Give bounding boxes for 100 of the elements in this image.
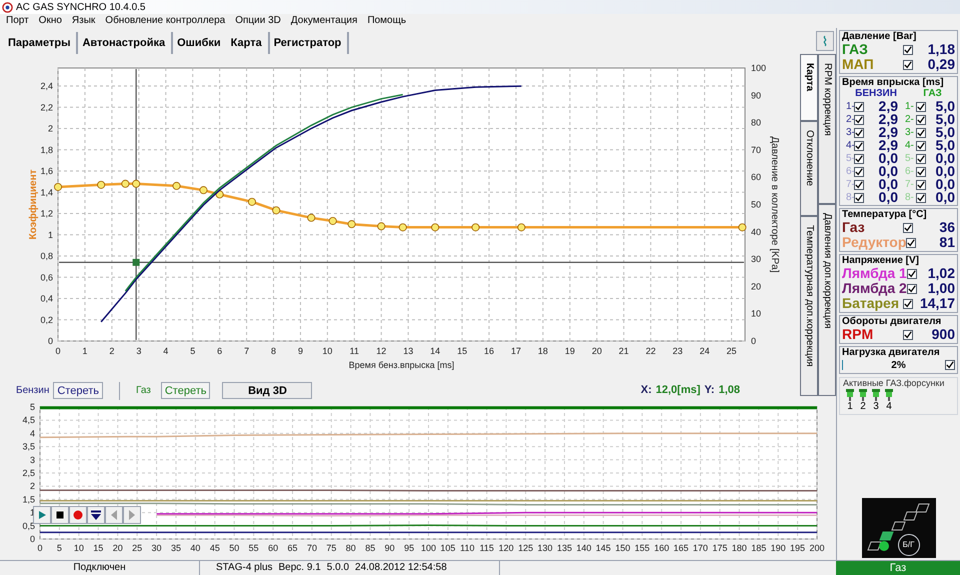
data-point[interactable] bbox=[216, 190, 224, 198]
squiggle-icon[interactable] bbox=[816, 31, 834, 51]
axis-tick-label: 0 bbox=[751, 336, 756, 346]
checkbox[interactable] bbox=[854, 154, 864, 164]
menu-item[interactable]: Опции 3D bbox=[235, 15, 281, 27]
switch-button[interactable]: Б/Г bbox=[898, 534, 920, 556]
axis-tick-label: 45 bbox=[210, 543, 220, 553]
checkbox[interactable] bbox=[854, 192, 864, 202]
checkbox[interactable] bbox=[916, 140, 926, 150]
checkbox[interactable] bbox=[945, 360, 956, 370]
axis-tick-label: 16 bbox=[484, 346, 494, 356]
record-icon[interactable] bbox=[69, 506, 87, 524]
checkbox[interactable] bbox=[903, 44, 913, 54]
axis-tick-label: 10 bbox=[751, 308, 762, 319]
axis-tick-label: 0 bbox=[30, 534, 35, 544]
axis-tick-label: 85 bbox=[365, 543, 376, 553]
version-text: Верс. 9.1 bbox=[278, 561, 321, 575]
checkbox[interactable] bbox=[916, 154, 926, 164]
axis-tick-label: 90 bbox=[751, 90, 762, 100]
checkbox[interactable] bbox=[916, 180, 926, 190]
checkbox[interactable] bbox=[854, 102, 864, 112]
axis-tick-label: 1 bbox=[48, 230, 53, 240]
axis-tick-label: 23 bbox=[672, 346, 683, 356]
toolbar-button[interactable]: Регистратор bbox=[272, 34, 344, 52]
stop-icon[interactable] bbox=[51, 506, 69, 524]
view-3d-button[interactable]: Вид 3D bbox=[222, 382, 312, 399]
cursor-x-value: 12,0[ms] bbox=[656, 383, 700, 398]
axis-tick-label: 0 bbox=[38, 543, 42, 553]
side-tab[interactable]: Температурная доп.коррекция bbox=[800, 216, 818, 396]
clear-button[interactable]: Стереть bbox=[53, 382, 103, 399]
checkbox[interactable] bbox=[916, 192, 926, 202]
menu-item[interactable]: Обновление контроллера bbox=[105, 15, 226, 27]
group-title: Активные ГАЗ.форсунки bbox=[843, 378, 946, 389]
checkbox[interactable] bbox=[916, 102, 926, 112]
firmware-text: 5.0.0 bbox=[326, 561, 350, 575]
checkbox[interactable] bbox=[906, 238, 916, 248]
menu-item[interactable]: Язык bbox=[72, 15, 96, 27]
checkbox[interactable] bbox=[903, 60, 913, 70]
checkbox[interactable] bbox=[916, 114, 926, 124]
window-title: AC GAS SYNCHRO 10.4.0.5 bbox=[16, 0, 146, 14]
checkbox[interactable] bbox=[906, 284, 917, 294]
axis-tick-label: 30 bbox=[152, 543, 162, 553]
injection-value: 5,0 bbox=[934, 139, 955, 152]
axis-tick-label: 0,5 bbox=[22, 520, 35, 531]
checkbox[interactable] bbox=[854, 180, 864, 190]
checkbox[interactable] bbox=[854, 166, 864, 176]
side-tab[interactable]: Отклонение bbox=[800, 120, 818, 216]
play-icon[interactable] bbox=[33, 506, 51, 524]
checkbox[interactable] bbox=[916, 166, 926, 176]
axis-tick-label: 4,5 bbox=[22, 415, 35, 426]
checkbox[interactable] bbox=[916, 128, 926, 138]
injector-number: 1- bbox=[845, 100, 854, 113]
side-tab[interactable]: RPM коррекция bbox=[818, 54, 836, 204]
axis-tick-label: 5 bbox=[56, 543, 62, 553]
axis-tick-label: 2,4 bbox=[40, 81, 53, 92]
toolbar-button[interactable]: Ошибки bbox=[175, 34, 223, 52]
side-tab[interactable]: Давления доп.коррекция bbox=[818, 204, 836, 396]
injector-number: 2- bbox=[845, 113, 854, 126]
injection-value: 0,0 bbox=[878, 178, 898, 191]
group-title: Температура [°C] bbox=[842, 209, 928, 220]
checkbox[interactable] bbox=[854, 114, 864, 124]
side-tab[interactable]: Карта bbox=[800, 54, 818, 121]
axis-tick-label: 3 bbox=[136, 346, 142, 356]
clear-button[interactable]: Стереть bbox=[160, 382, 210, 399]
axis-tick-label: 4 bbox=[163, 346, 168, 356]
axis-tick-label: 2 bbox=[30, 481, 35, 492]
checkbox[interactable] bbox=[854, 128, 864, 138]
menu-item[interactable]: Документация bbox=[290, 15, 358, 27]
sensor-label: Лямбда 1 bbox=[842, 266, 907, 281]
checkbox[interactable] bbox=[903, 330, 913, 340]
axis-title: Давление в коллекторе [KPa] bbox=[769, 136, 780, 273]
axis-tick-label: 135 bbox=[556, 543, 572, 553]
menu-item[interactable]: Порт bbox=[6, 15, 29, 27]
axis-tick-label: 7 bbox=[244, 346, 250, 356]
group-title: Давление [Bar] bbox=[842, 31, 918, 42]
sensor-label: Редуктор bbox=[842, 235, 906, 250]
axis-tick-label: 13 bbox=[403, 346, 414, 356]
axis-tick-label: 17 bbox=[511, 346, 521, 356]
axis-tick-label: 155 bbox=[634, 543, 650, 553]
menu-item[interactable]: Окно bbox=[38, 15, 62, 27]
injector-number: 3 bbox=[873, 401, 879, 412]
menu-item[interactable]: Помощь bbox=[367, 15, 406, 27]
checkbox[interactable] bbox=[906, 268, 917, 278]
injector-number: 8- bbox=[845, 191, 854, 204]
toolbar-button[interactable]: Карта bbox=[228, 34, 264, 52]
toolbar-button[interactable]: Параметры bbox=[6, 34, 72, 52]
group-title: Нагрузка двигателя bbox=[842, 347, 941, 358]
axis-tick-label: 10 bbox=[74, 543, 84, 553]
axis-tick-label: 145 bbox=[596, 543, 611, 553]
injector-number: 6- bbox=[904, 165, 915, 178]
toolbar-button[interactable]: Автонастройка bbox=[80, 34, 168, 52]
axis-tick-label: 90 bbox=[384, 543, 395, 553]
checkbox[interactable] bbox=[854, 140, 864, 150]
axis-tick-label: 19 bbox=[564, 346, 575, 356]
axis-tick-label: 180 bbox=[732, 543, 747, 553]
injector-number: 3- bbox=[845, 126, 854, 139]
checkbox[interactable] bbox=[903, 222, 913, 232]
axis-tick-label: 70 bbox=[306, 543, 317, 553]
checkbox[interactable] bbox=[903, 298, 913, 308]
axis-tick-label: 2 bbox=[48, 124, 53, 134]
